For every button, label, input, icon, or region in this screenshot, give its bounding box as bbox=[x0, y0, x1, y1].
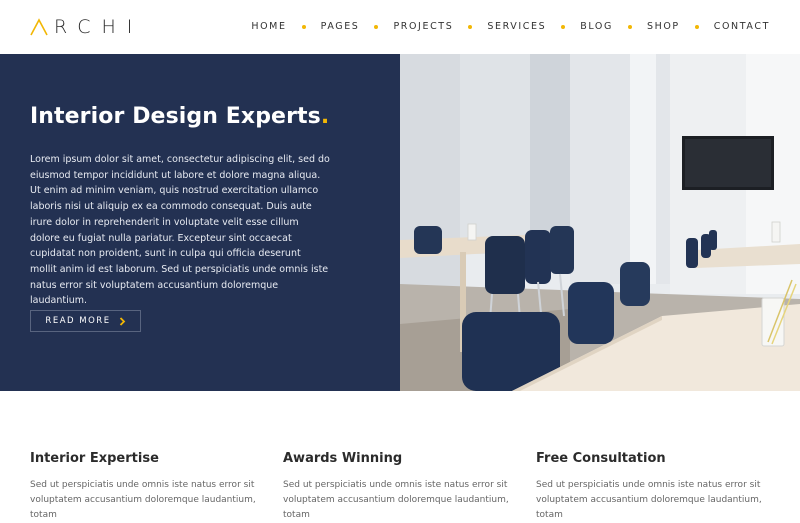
chevron-right-icon bbox=[119, 316, 125, 326]
site-header: RCHI HOME PAGES PROJECTS SERVICES BLOG S… bbox=[0, 0, 800, 55]
site-logo[interactable]: RCHI bbox=[30, 16, 144, 38]
nav-item-services[interactable]: SERVICES bbox=[487, 21, 546, 32]
feature-text: Sed ut perspiciatis unde omnis iste natu… bbox=[283, 480, 509, 520]
hero-title-text: Interior Design Experts bbox=[30, 104, 321, 129]
read-more-label: READ MORE bbox=[45, 316, 111, 326]
feature-title: Free Consultation bbox=[536, 451, 666, 466]
read-more-button[interactable]: READ MORE bbox=[30, 310, 141, 332]
nav-separator-dot bbox=[694, 24, 699, 29]
hero-text-panel: Interior Design Experts. Lorem ipsum dol… bbox=[0, 54, 400, 391]
main-nav: HOME PAGES PROJECTS SERVICES BLOG SHOP C… bbox=[251, 21, 770, 32]
feature-title: Awards Winning bbox=[283, 451, 403, 466]
office-interior-image bbox=[400, 54, 800, 391]
nav-separator-dot bbox=[627, 24, 632, 29]
hero-title: Interior Design Experts. bbox=[30, 104, 329, 129]
feature-text: Sed ut perspiciatis unde omnis iste natu… bbox=[536, 480, 762, 520]
feature-interior-expertise: Interior Expertise Sed ut perspiciatis u… bbox=[30, 451, 260, 523]
feature-title: Interior Expertise bbox=[30, 451, 159, 466]
features-section: Interior Expertise Sed ut perspiciatis u… bbox=[0, 391, 800, 520]
nav-item-home[interactable]: HOME bbox=[251, 21, 286, 32]
nav-separator-dot bbox=[468, 24, 473, 29]
nav-item-projects[interactable]: PROJECTS bbox=[393, 21, 453, 32]
feature-text: Sed ut perspiciatis unde omnis iste natu… bbox=[30, 480, 256, 520]
feature-free-consultation: Free Consultation Sed ut perspiciatis un… bbox=[536, 451, 766, 523]
nav-separator-dot bbox=[374, 24, 379, 29]
hero-title-accent: . bbox=[320, 104, 330, 129]
nav-separator-dot bbox=[561, 24, 566, 29]
logo-triangle-icon bbox=[30, 18, 48, 36]
hero-description: Lorem ipsum dolor sit amet, consectetur … bbox=[30, 154, 330, 307]
office-interior-photo bbox=[400, 54, 800, 391]
hero-section: Interior Design Experts. Lorem ipsum dol… bbox=[0, 54, 800, 391]
feature-awards-winning: Awards Winning Sed ut perspiciatis unde … bbox=[283, 451, 513, 523]
nav-separator-dot bbox=[301, 24, 306, 29]
nav-item-blog[interactable]: BLOG bbox=[580, 21, 613, 32]
nav-item-shop[interactable]: SHOP bbox=[647, 21, 680, 32]
nav-item-pages[interactable]: PAGES bbox=[321, 21, 360, 32]
logo-text: RCHI bbox=[54, 16, 144, 38]
nav-item-contact[interactable]: CONTACT bbox=[714, 21, 770, 32]
